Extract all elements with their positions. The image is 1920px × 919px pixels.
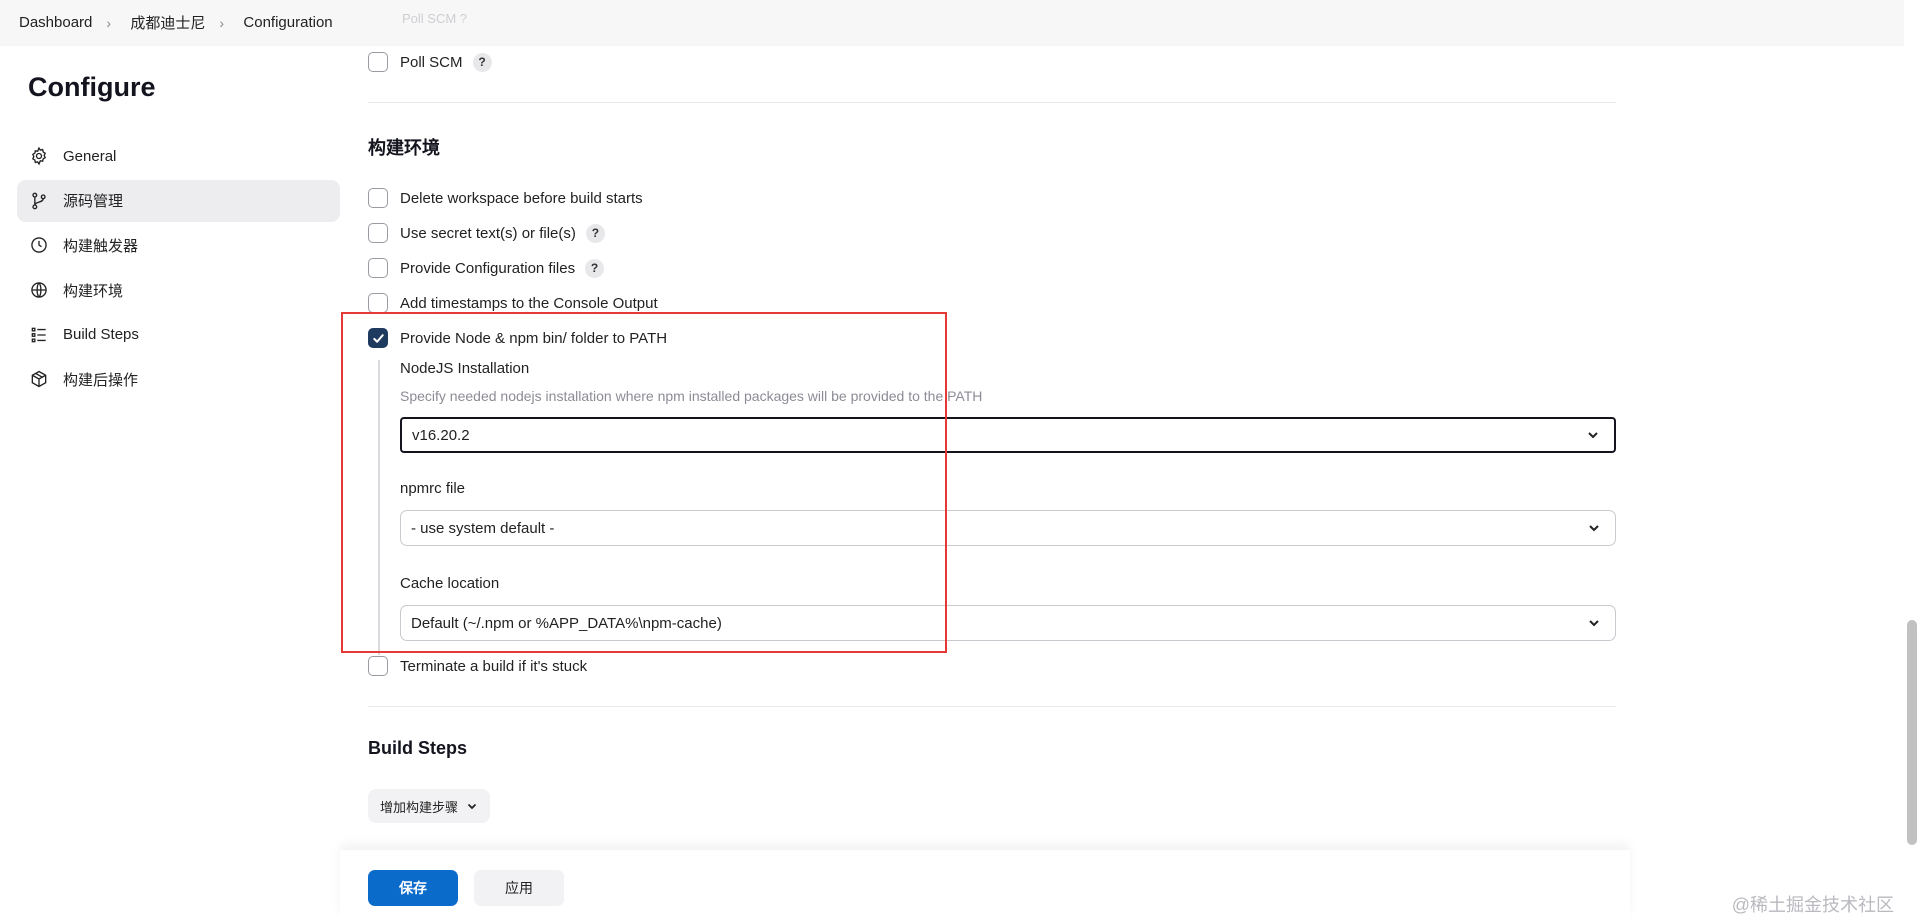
option-label: Add timestamps to the Console Output [400,294,658,312]
option-provide-node[interactable]: Provide Node & npm bin/ folder to PATH [368,328,667,348]
section-title-build-steps: Build Steps [368,738,468,758]
obscured-row-text: Poll SCM ? [402,11,468,25]
sidebar-item-source[interactable]: 源码管理 [17,179,340,222]
help-icon[interactable]: ? [585,258,605,278]
save-button[interactable]: 保存 [368,870,458,906]
clock-icon [29,235,49,255]
source-branch-icon [29,191,49,211]
delete-workspace-checkbox[interactable] [368,188,388,208]
npmrc-label: npmrc file [400,480,466,497]
chevron-right-icon: › [219,14,225,31]
sidebar-item-build-steps[interactable]: Build Steps [17,314,340,356]
config-files-checkbox[interactable] [368,258,388,278]
breadcrumb-dashboard[interactable]: Dashboard [19,14,92,31]
option-label: Terminate a build if it's stuck [400,657,588,675]
gear-icon [29,146,49,166]
nodejs-installation-desc: Specify needed nodejs installation where… [400,388,983,404]
add-build-step-label: 增加构建步骤 [380,799,459,815]
sidebar-item-label: General [63,147,117,165]
npmrc-select[interactable]: - use system default - [400,510,1616,546]
option-label: Delete workspace before build starts [400,189,643,207]
select-value: v16.20.2 [412,426,470,444]
nodejs-installation-label: NodeJS Installation [400,360,530,377]
breadcrumb: Dashboard › 成都迪士尼 › Configuration [0,12,333,33]
apply-button[interactable]: 应用 [474,870,564,906]
chevron-down-icon [467,803,477,810]
help-icon[interactable]: ? [585,223,605,243]
breadcrumb-bar: Dashboard › 成都迪士尼 › Configuration Poll S… [0,0,1920,45]
sidebar-item-label: 构建环境 [63,282,124,300]
cache-location-label: Cache location [400,575,500,592]
nested-indent-line [378,360,380,655]
secret-text-checkbox[interactable] [368,223,388,243]
watermark: @稀土掘金技术社区 [1731,895,1894,915]
option-secret-text[interactable]: Use secret text(s) or file(s) ? [368,223,605,243]
sidebar: General 源码管理 构建触发器 构建环境 Build Steps 构建后操… [17,135,340,403]
breadcrumb-project[interactable]: 成都迪士尼 [130,12,205,33]
checkmark-icon [372,333,384,343]
chevron-down-icon [1589,620,1599,627]
sidebar-item-triggers[interactable]: 构建触发器 [17,224,340,266]
option-delete-workspace[interactable]: Delete workspace before build starts [368,188,643,208]
poll-scm-checkbox[interactable] [368,52,388,72]
sidebar-item-general[interactable]: General [17,135,340,177]
section-title-build-env: 构建环境 [368,138,440,158]
poll-scm-row[interactable]: Poll SCM ? [368,52,492,72]
package-icon [29,369,49,389]
terminate-checkbox[interactable] [368,656,388,676]
option-label: Provide Node & npm bin/ folder to PATH [400,329,668,347]
sidebar-item-label: Build Steps [63,326,139,344]
add-build-step-button[interactable]: 增加构建步骤 [368,789,491,823]
poll-scm-label: Poll SCM [400,53,463,71]
chevron-down-icon [1589,525,1599,532]
option-timestamps[interactable]: Add timestamps to the Console Output [368,293,658,313]
page-title: Configure [28,72,156,102]
divider [368,102,1616,103]
option-config-files[interactable]: Provide Configuration files ? [368,258,605,278]
sidebar-item-label: 源码管理 [63,193,124,211]
chevron-down-icon [1588,432,1598,439]
scrollbar-thumb[interactable] [1907,620,1917,845]
list-icon [29,325,49,345]
help-icon[interactable]: ? [472,52,492,72]
select-value: - use system default - [411,519,555,537]
option-label: Use secret text(s) or file(s) [400,224,576,242]
sidebar-item-post-build[interactable]: 构建后操作 [17,358,340,400]
timestamps-checkbox[interactable] [368,293,388,313]
cache-location-select[interactable]: Default (~/.npm or %APP_DATA%\npm-cache) [400,605,1616,641]
provide-node-checkbox[interactable] [368,328,388,348]
globe-icon [29,280,49,300]
sidebar-item-build-env[interactable]: 构建环境 [17,269,340,311]
nodejs-installation-select[interactable]: v16.20.2 [400,417,1616,453]
chevron-right-icon: › [106,14,112,31]
option-label: Provide Configuration files [400,259,576,277]
select-value: Default (~/.npm or %APP_DATA%\npm-cache) [411,614,722,632]
sidebar-item-label: 构建触发器 [63,237,139,255]
bottom-action-bar: 保存 应用 [340,850,1630,919]
sidebar-item-label: 构建后操作 [63,371,139,389]
breadcrumb-configuration[interactable]: Configuration [243,14,332,31]
option-terminate[interactable]: Terminate a build if it's stuck [368,656,587,676]
divider [368,706,1616,707]
